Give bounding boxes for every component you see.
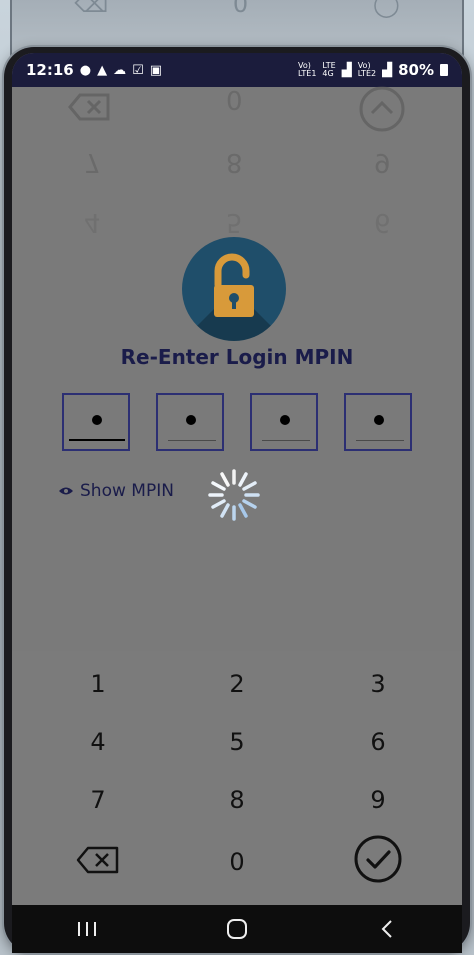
ghost-key: 6 [374,207,391,237]
backspace-icon [76,846,119,874]
page-title: Re-Enter Login MPIN [120,345,354,369]
phone-frame: 12:16 ● ▲ ☁ ☑ ▣ Vo) LTE1 LTE 4G ▟ Vo) LTE2 … [4,47,470,953]
key-9[interactable]: 9 [338,777,418,823]
numeric-keypad: 1 2 3 4 5 6 7 8 9 0 [12,651,462,905]
show-mpin-label: Show MPIN [80,481,174,501]
ghost-key: 5 [226,207,243,237]
confirm-button[interactable] [338,833,418,885]
ghost-key: 0 [232,0,249,18]
unlock-icon [182,237,286,341]
show-mpin-toggle[interactable]: Show MPIN [58,481,174,501]
input-underline [69,439,125,441]
masked-digit [92,415,102,425]
checkbox-notification-icon: ☑ [132,62,144,78]
ghost-check-circle-icon [359,86,405,132]
mpin-digit-3[interactable] [250,393,318,451]
cloud-icon: ☁ [113,62,127,78]
status-bar: 12:16 ● ▲ ☁ ☑ ▣ Vo) LTE1 LTE 4G ▟ Vo) LTE2 … [12,53,462,87]
key-5[interactable]: 5 [197,719,277,765]
input-underline [262,440,310,441]
status-time: 12:16 [26,61,74,79]
mpin-digit-2[interactable] [156,393,224,451]
ghost-key: 7 [84,147,101,177]
backspace-button[interactable] [58,837,138,883]
masked-digit [280,415,290,425]
mpin-input-group[interactable] [62,393,412,451]
key-2[interactable]: 2 [197,661,277,707]
ghost-key: 8 [226,147,243,177]
home-icon [227,919,247,939]
check-circle-icon [354,835,402,883]
ghost-check-icon: ◯ [372,0,400,18]
warning-icon: ▲ [97,62,108,78]
battery-icon [440,64,448,76]
masked-digit [186,415,196,425]
loading-spinner-icon [208,469,260,521]
key-7[interactable]: 7 [58,777,138,823]
key-4[interactable]: 4 [58,719,138,765]
input-underline [168,440,216,441]
key-3[interactable]: 3 [338,661,418,707]
key-1[interactable]: 1 [58,661,138,707]
lte-indicator: LTE 4G [322,61,336,78]
ghost-key: 4 [84,207,101,237]
ghost-key: 0 [226,87,243,117]
mpin-digit-4[interactable] [344,393,412,451]
mpin-digit-1[interactable] [62,393,130,451]
system-navigation-bar [12,905,462,953]
ghost-backspace-icon: ⌫ [74,0,109,18]
ghost-key: 9 [374,147,391,177]
back-button[interactable] [357,909,417,949]
status-left: 12:16 ● ▲ ☁ ☑ ▣ [26,61,162,79]
recent-apps-icon [78,922,96,936]
volte-2-indicator: Vo) LTE2 [357,61,377,78]
image-notification-icon: ▣ [149,62,163,78]
padlock-graphic [214,253,254,317]
eye-icon [59,487,73,495]
key-6[interactable]: 6 [338,719,418,765]
key-8[interactable]: 8 [197,777,277,823]
app-screen: 12:16 ● ▲ ☁ ☑ ▣ Vo) LTE1 LTE 4G ▟ Vo) LTE2 … [12,53,462,953]
status-right: Vo) LTE1 LTE 4G ▟ Vo) LTE2 ▟ 80% [298,61,448,79]
input-underline [356,440,404,441]
battery-percent: 80% [398,61,434,79]
masked-digit [374,415,384,425]
chat-notification-icon: ● [79,62,92,78]
recent-apps-button[interactable] [57,909,117,949]
signal-icon: ▟ [341,62,352,78]
back-chevron-icon [381,920,392,938]
home-button[interactable] [207,909,267,949]
key-0[interactable]: 0 [197,839,277,885]
signal-icon: ▟ [382,62,393,78]
volte-1-indicator: Vo) LTE1 [298,61,317,78]
ghost-keypad-row: ⌫ 0 ◯ [12,0,462,18]
ghost-backspace-icon [68,93,110,121]
